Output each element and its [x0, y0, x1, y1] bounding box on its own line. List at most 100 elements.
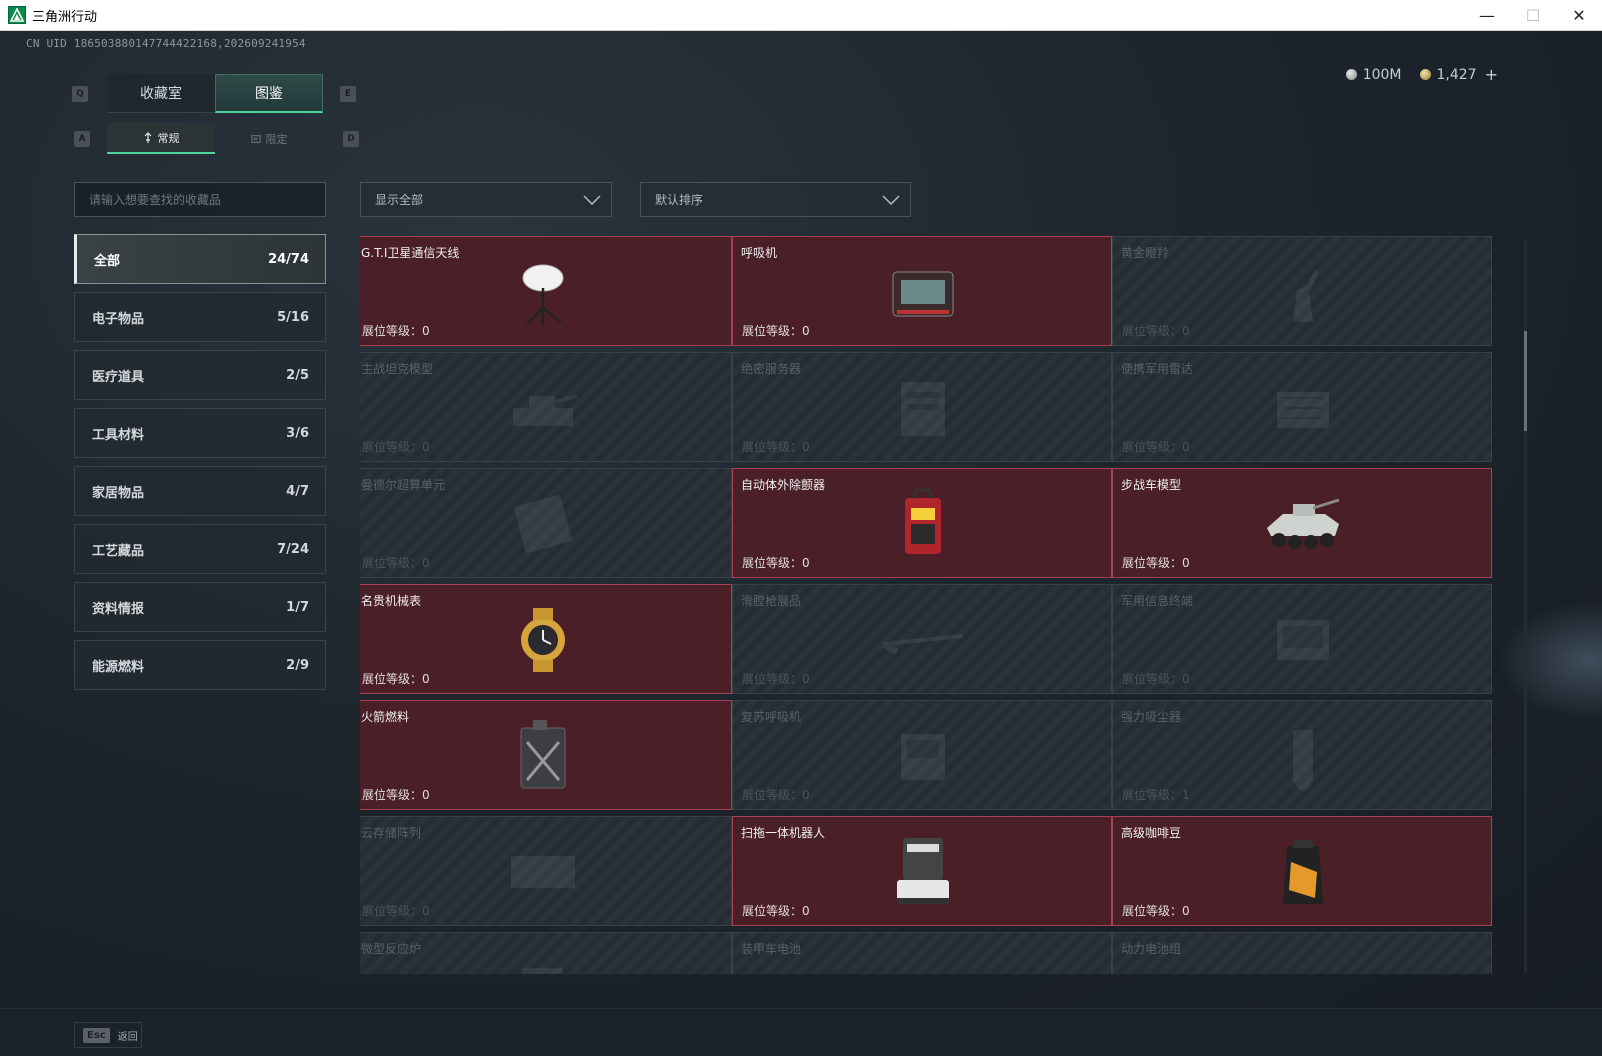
collection-card[interactable]: 动力电池组 [1112, 932, 1492, 974]
chevron-down-icon [882, 194, 900, 205]
gazelle-statue-icon [1263, 251, 1343, 333]
card-name: 黄金瞪羚 [1121, 246, 1170, 260]
coffee-bag-icon [1263, 831, 1343, 913]
card-level-prefix: 展位等级： [362, 324, 423, 338]
card-name: 装甲车电池 [741, 942, 802, 956]
collection-card[interactable]: 绝密服务器 展位等级：0 [732, 352, 1112, 462]
subtab-regular[interactable]: 常规 [107, 123, 215, 154]
maximize-button[interactable]: ☐ [1510, 0, 1556, 31]
collection-card[interactable]: 复苏呼吸机 展位等级：0 [732, 700, 1112, 810]
card-level: 展位等级：0 [362, 438, 430, 455]
collection-card[interactable]: 便携军用雷达 展位等级：0 [1112, 352, 1492, 462]
card-level-prefix: 展位等级： [362, 672, 423, 686]
category-item[interactable]: 资料情报 1/7 [74, 582, 326, 632]
search-input[interactable]: 请输入想要查找的收藏品 [74, 182, 326, 217]
robot-mop-icon [883, 831, 963, 913]
key-hint-d: D [343, 131, 359, 147]
silver-coin-icon [1345, 69, 1357, 80]
collection-card[interactable]: 主战坦克模型 展位等级：0 [360, 352, 732, 462]
tab-collection-room[interactable]: 收藏室 [107, 74, 215, 113]
card-name: 自动体外除颤器 [741, 478, 826, 492]
card-level-prefix: 展位等级： [362, 556, 423, 570]
ifv-model-icon [1263, 483, 1343, 565]
category-item[interactable]: 电子物品 5/16 [74, 292, 326, 342]
card-level-value: 1 [1182, 788, 1190, 802]
card-name: 微型反应炉 [361, 942, 422, 956]
compute-unit-icon [503, 483, 583, 565]
window-titlebar: 三角洲行动 — ☐ ✕ [0, 0, 1602, 31]
collection-card[interactable]: 名贵机械表展位等级：0 [360, 584, 732, 694]
collection-card[interactable]: 火箭燃料 展位等级：0 [360, 700, 732, 810]
category-count: 5/16 [277, 309, 309, 325]
card-level-prefix: 展位等级： [742, 440, 803, 454]
card-level: 展位等级：0 [362, 670, 430, 687]
vacuum-icon [1263, 715, 1343, 797]
musket-icon [883, 599, 963, 681]
collection-card[interactable]: 微型反应炉 [360, 932, 732, 974]
category-item[interactable]: 工艺藏品 7/24 [74, 524, 326, 574]
card-name: 高级咖啡豆 [1121, 826, 1182, 840]
card-name: 名贵机械表 [361, 594, 422, 608]
window-title: 三角洲行动 [32, 9, 98, 25]
category-item[interactable]: 家居物品 4/7 [74, 466, 326, 516]
battery-icon [883, 947, 963, 974]
card-level: 展位等级：0 [742, 670, 810, 687]
card-name: 便携军用雷达 [1121, 362, 1194, 376]
collection-card[interactable]: 步战车模型 展位等级：0 [1112, 468, 1492, 578]
category-item[interactable]: 全部 24/74 [74, 234, 326, 284]
collection-grid: G.T.I卫星通信天线 展位等级：0 呼吸机 展位等级：0 黄金瞪羚 展位等级：0 主战坦克… [360, 236, 1520, 974]
key-hint-e: E [340, 86, 356, 102]
subtab-regular-label: 常规 [157, 131, 180, 145]
card-name: 曼德尔超算单元 [361, 478, 446, 492]
grid-scrollbar-thumb[interactable] [1524, 331, 1527, 431]
collection-card[interactable]: 扫拖一体机器人 展位等级：0 [732, 816, 1112, 926]
battery-pack-icon [1263, 947, 1343, 974]
display-filter-value: 显示全部 [375, 193, 424, 207]
tab-catalog[interactable]: 图鉴 [215, 74, 323, 113]
tank-model-icon [503, 367, 583, 449]
category-item[interactable]: 工具材料 3/6 [74, 408, 326, 458]
category-count: 7/24 [277, 541, 309, 557]
close-button[interactable]: ✕ [1556, 0, 1602, 31]
add-currency-button[interactable]: + [1485, 65, 1498, 84]
gold-currency: 1,427 + [1419, 65, 1498, 84]
reactor-icon [503, 947, 583, 974]
card-level-prefix: 展位等级： [742, 672, 803, 686]
category-count: 1/7 [286, 599, 309, 615]
collection-card[interactable]: 高级咖啡豆 展位等级：0 [1112, 816, 1492, 926]
category-item[interactable]: 医疗道具 2/5 [74, 350, 326, 400]
card-level-prefix: 展位等级： [362, 440, 423, 454]
card-level-value: 0 [802, 788, 810, 802]
collection-card[interactable]: 呼吸机 展位等级：0 [732, 236, 1112, 346]
back-label: 返回 [117, 1031, 138, 1043]
category-item[interactable]: 能源燃料 2/9 [74, 640, 326, 690]
display-filter-dropdown[interactable]: 显示全部 [360, 182, 612, 217]
card-level: 展位等级：0 [362, 554, 430, 571]
collection-card[interactable]: 云存储阵列 展位等级：0 [360, 816, 732, 926]
minimize-button[interactable]: — [1464, 0, 1510, 31]
card-name: 滑膛枪展品 [741, 594, 802, 608]
category-count: 2/9 [286, 657, 309, 673]
back-button[interactable]: Esc 返回 [74, 1022, 142, 1048]
collection-card[interactable]: 曼德尔超算单元 展位等级：0 [360, 468, 732, 578]
collection-card[interactable]: 滑膛枪展品展位等级：0 [732, 584, 1112, 694]
key-hint-q: Q [72, 86, 88, 102]
card-level-prefix: 展位等级： [1122, 788, 1183, 802]
subtab-limited[interactable]: 限定 [215, 123, 323, 154]
collection-card[interactable]: 黄金瞪羚 展位等级：0 [1112, 236, 1492, 346]
card-level-value: 0 [1182, 672, 1190, 686]
sort-dropdown[interactable]: 默认排序 [640, 182, 911, 217]
collection-card[interactable]: 自动体外除颤器 展位等级：0 [732, 468, 1112, 578]
card-name: 步战车模型 [1121, 478, 1182, 492]
collection-card[interactable]: G.T.I卫星通信天线 展位等级：0 [360, 236, 732, 346]
collection-card[interactable]: 军用信息终端 展位等级：0 [1112, 584, 1492, 694]
collection-card[interactable]: 强力吸尘器 展位等级：1 [1112, 700, 1492, 810]
category-label: 家居物品 [92, 485, 145, 501]
card-level: 展位等级：0 [742, 902, 810, 919]
collection-card[interactable]: 装甲车电池 [732, 932, 1112, 974]
card-name: 主战坦克模型 [361, 362, 434, 376]
category-label: 资料情报 [92, 601, 145, 617]
card-name: 扫拖一体机器人 [741, 826, 826, 840]
radar-icon [1263, 367, 1343, 449]
resuscitator-icon [883, 715, 963, 797]
